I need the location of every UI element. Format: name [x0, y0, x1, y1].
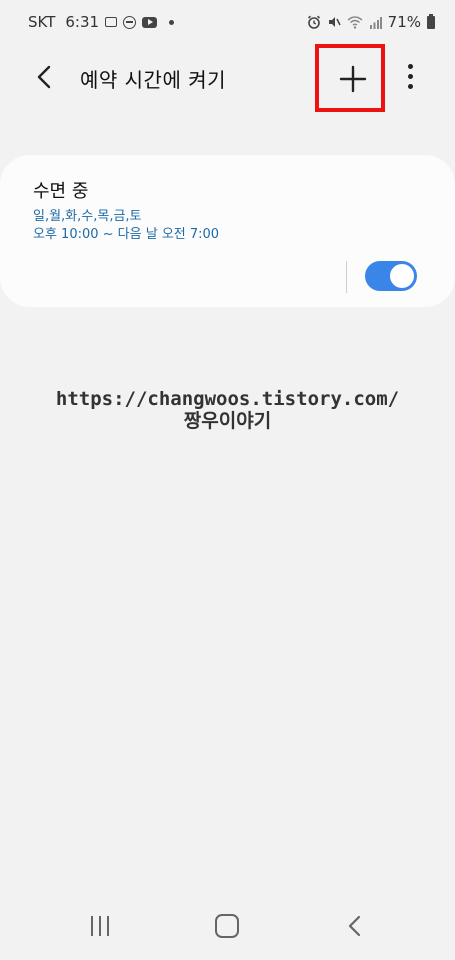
navigation-bar: [0, 900, 455, 960]
card-divider: [346, 261, 347, 293]
watermark: https://changwoos.tistory.com/ 짱우이야기: [0, 388, 455, 432]
schedule-toggle[interactable]: [365, 261, 417, 291]
carrier-label: SKT: [28, 13, 56, 31]
app-bar: 예약 시간에 켜기: [0, 44, 455, 112]
image-icon: [105, 17, 118, 27]
youtube-icon: [142, 16, 158, 28]
add-button[interactable]: [336, 62, 370, 96]
recent-apps-button[interactable]: [88, 916, 112, 936]
signal-icon: [369, 16, 382, 29]
battery-percent: 71%: [387, 13, 421, 31]
more-vertical-icon: [407, 64, 413, 69]
toggle-knob: [388, 262, 416, 290]
schedule-time-range: 오후 10:00 ~ 다음 날 오전 7:00: [33, 227, 220, 242]
nav-back-button[interactable]: [344, 914, 364, 938]
schedule-days: 일,월,화,수,목,금,토: [33, 209, 142, 224]
dot-icon: [169, 19, 175, 25]
alarm-icon: [307, 15, 320, 29]
battery-icon: [427, 13, 435, 29]
status-left: SKT 6:31: [28, 13, 175, 31]
schedule-card[interactable]: 수면 중 일,월,화,수,목,금,토 오후 10:00 ~ 다음 날 오전 7:…: [0, 155, 455, 307]
watermark-name: 짱우이야기: [183, 410, 272, 432]
status-bar: SKT 6:31 71%: [0, 0, 455, 44]
page-title: 예약 시간에 켜기: [80, 68, 227, 92]
wifi-icon: [347, 15, 363, 29]
schedule-name: 수면 중: [33, 181, 89, 202]
dnd-icon: [123, 15, 137, 29]
clock: 6:31: [65, 13, 100, 31]
status-right: 71%: [307, 13, 435, 31]
back-button[interactable]: [30, 62, 60, 92]
more-options-button[interactable]: [402, 64, 418, 92]
watermark-url: https://changwoos.tistory.com/: [55, 388, 400, 410]
home-button[interactable]: [215, 914, 239, 938]
mute-icon: [328, 17, 341, 27]
